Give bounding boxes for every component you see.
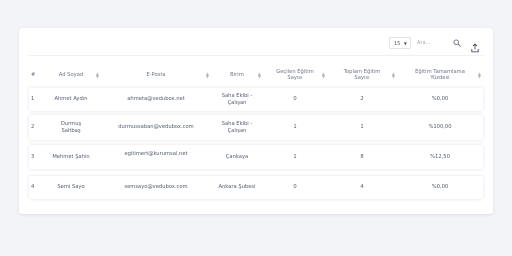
sort-icon: ▲ ▼ xyxy=(391,71,395,79)
search-icon[interactable] xyxy=(453,39,461,52)
sort-icon: ▲ ▼ xyxy=(321,71,325,79)
cell-percent: %0,00 xyxy=(431,96,449,102)
cell-unit: Saha Ekibi - Çalışan xyxy=(221,120,253,134)
sort-icon: ▲ ▼ xyxy=(95,71,99,79)
table-row[interactable]: 4 Semi Sayo semsayo@vedubox.com Ankara Ş… xyxy=(29,176,483,199)
page-size-select[interactable]: 15 ▼ xyxy=(389,37,411,49)
cell-percent: %12,50 xyxy=(430,153,450,160)
column-header-email[interactable]: E-Posta ▲ ▼ xyxy=(101,65,211,85)
cell-total: 1 xyxy=(360,124,364,130)
table-row[interactable]: 3 Mehmet Şahin egitimert@kurumsal.net Ça… xyxy=(29,145,483,169)
column-header-unit[interactable]: Birim ▲ ▼ xyxy=(211,65,263,85)
cell-name: Mehmet Şahin xyxy=(52,153,90,160)
search-placeholder: Ara... xyxy=(417,40,431,46)
cell-passed: 1 xyxy=(293,153,297,160)
report-card: 15 ▼ Ara... # Ad Soyad ▲ ▼ E-Posta ▲ ▼ B… xyxy=(19,28,493,214)
toolbar-divider xyxy=(29,55,483,56)
cell-total: 8 xyxy=(360,153,364,160)
table-row[interactable]: 2 Durmuş Saltbaş durmussaban@vedubox.com… xyxy=(29,115,483,140)
cell-passed: 1 xyxy=(293,124,297,130)
cell-name: Ahmet Aydın xyxy=(54,96,88,102)
cell-passed: 0 xyxy=(293,184,297,190)
table-row[interactable]: 1 Ahmet Aydın ahmeta@vedubox.net Saha Ek… xyxy=(29,88,483,111)
sort-icon: ▲ ▼ xyxy=(205,71,209,79)
sort-icon: ▲ ▼ xyxy=(477,71,481,79)
cell-percent: %100,00 xyxy=(428,124,452,130)
page-size-value: 15 xyxy=(394,41,401,47)
cell-unit: Çankaya xyxy=(225,153,249,160)
cell-unit: Saha Ekibi - Çalışan xyxy=(221,92,253,106)
cell-total: 4 xyxy=(360,184,364,190)
cell-passed: 0 xyxy=(293,96,297,102)
column-header-name[interactable]: Ad Soyad ▲ ▼ xyxy=(41,65,101,85)
cell-email: ahmeta@vedubox.net xyxy=(127,96,185,102)
cell-total: 2 xyxy=(360,96,364,102)
cell-name: Durmuş Saltbaş xyxy=(60,120,82,134)
table-header: # Ad Soyad ▲ ▼ E-Posta ▲ ▼ Birim ▲ ▼ Geçile… xyxy=(29,65,483,85)
cell-email: egitimert@kurumsal.net xyxy=(124,151,188,157)
cell-email: durmussaban@vedubox.com xyxy=(118,124,194,130)
cell-email: semsayo@vedubox.com xyxy=(124,184,188,190)
chevron-down-icon: ▼ xyxy=(403,41,407,46)
column-header-total[interactable]: Toplam Eğitim Sayısı ▲ ▼ xyxy=(327,65,397,85)
column-header-passed[interactable]: Geçilen Eğitim Sayısı ▲ ▼ xyxy=(263,65,327,85)
column-header-percent[interactable]: Eğitim Tamamlama Yüzdesi ▲ ▼ xyxy=(397,65,483,85)
cell-percent: %0,00 xyxy=(431,184,449,190)
cell-name: Semi Sayo xyxy=(57,184,85,190)
search-input[interactable]: Ara... xyxy=(415,37,461,49)
sort-icon: ▲ ▼ xyxy=(257,71,261,79)
cell-unit: Ankara Şubesi xyxy=(218,184,256,190)
